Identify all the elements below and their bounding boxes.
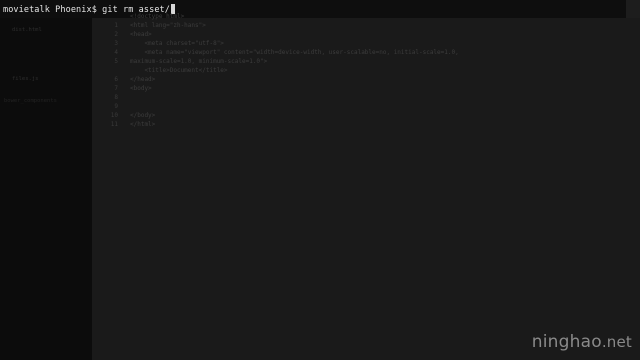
watermark-suffix: .net <box>601 333 632 351</box>
line-number: 8 <box>114 94 118 101</box>
line-number: 4 <box>114 49 118 56</box>
code-line: <head> <box>130 31 152 38</box>
line-number: 9 <box>114 103 118 110</box>
line-number: 3 <box>114 40 118 47</box>
code-line: <meta charset="utf-8"> <box>130 40 224 47</box>
sidebar-item[interactable]: files.js <box>12 76 39 82</box>
line-number: 2 <box>114 31 118 38</box>
brand-watermark: ninghao.net <box>532 332 632 352</box>
code-line: </body> <box>130 112 156 119</box>
terminal-prompt: movietalk Phoenix$ <box>3 5 97 15</box>
sidebar-item[interactable]: dist.html <box>12 27 42 33</box>
terminal-command-line[interactable]: movietalk Phoenix$ git rm asset/ <box>0 0 640 18</box>
line-number: 11 <box>110 121 118 128</box>
line-number: 6 <box>114 76 118 83</box>
code-line: <html lang="zh-hans"> <box>130 22 206 29</box>
code-editor[interactable]: 1 2 3 4 5 6 7 8 9 10 11 <!doctype html> … <box>92 13 640 360</box>
code-line: <title>Document</title> <box>130 67 228 74</box>
code-line: <!doctype html> <box>130 13 185 20</box>
code-line: maximum-scale=1.0, minimum-scale=1.0"> <box>130 58 268 65</box>
sidebar-item[interactable]: bower_components <box>4 98 57 104</box>
line-number: 1 <box>114 22 118 29</box>
line-number-gutter: 1 2 3 4 5 6 7 8 9 10 11 <box>92 18 124 360</box>
line-number: 7 <box>114 85 118 92</box>
code-line: <body> <box>130 85 152 92</box>
code-line: <meta name="viewport" content="width=dev… <box>130 49 459 56</box>
code-line: </head> <box>130 76 156 83</box>
code-line: </html> <box>130 121 156 128</box>
line-number: 10 <box>110 112 118 119</box>
line-number: 5 <box>114 58 118 65</box>
file-sidebar: dist.html files.js bower_components <box>0 18 92 360</box>
watermark-brand: ninghao <box>531 332 602 352</box>
